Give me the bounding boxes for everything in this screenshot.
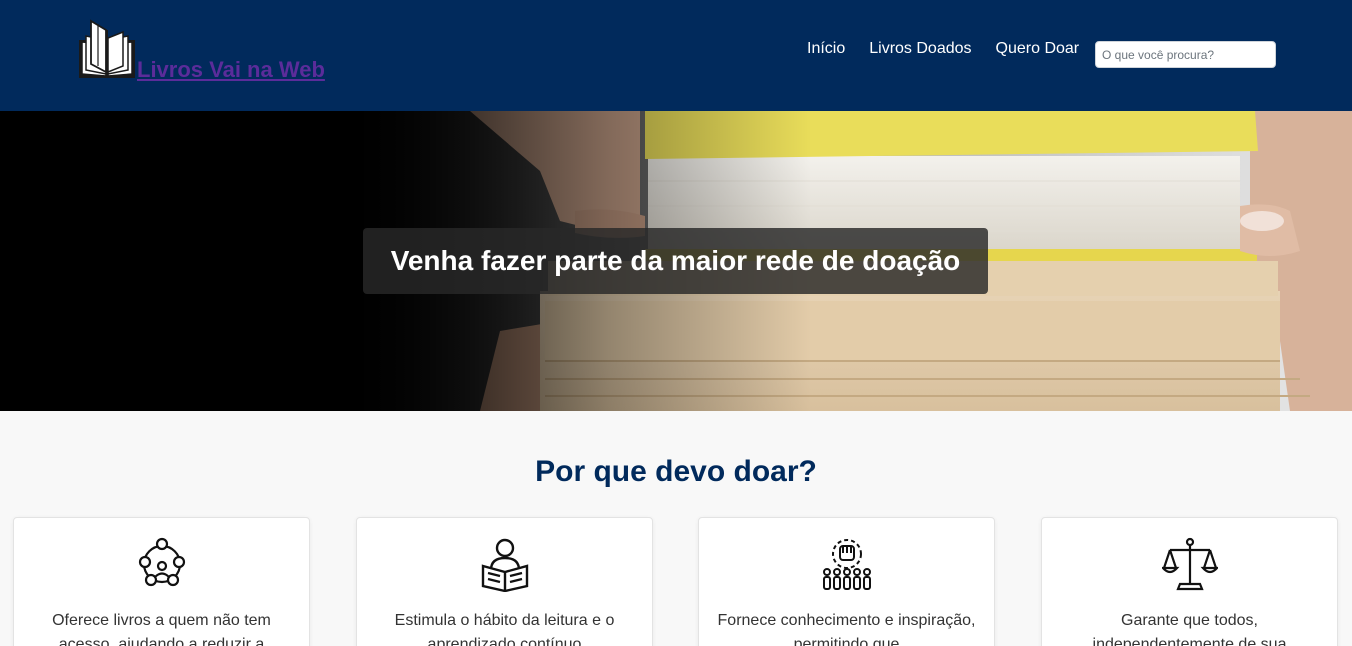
nav-link-livros-doados[interactable]: Livros Doados: [869, 40, 971, 58]
nav-link-inicio[interactable]: Início: [807, 40, 845, 58]
reason-card-text: Garante que todos, independentemente de …: [1092, 612, 1287, 646]
search-input[interactable]: [1095, 41, 1276, 68]
section-title: Por que devo doar?: [535, 455, 817, 488]
reason-card: Estimula o hábito da leitura e o aprendi…: [356, 517, 653, 646]
reason-card-text: Estimula o hábito da leitura e o aprendi…: [394, 612, 615, 646]
reason-card: Fornece conhecimento e inspiração, permi…: [698, 517, 995, 646]
raised-fist-crowd-icon: [823, 539, 871, 590]
open-book-icon: [79, 19, 135, 78]
reason-card: Oferece livros a quem não tem acesso, aj…: [13, 517, 310, 646]
reason-card-text: Oferece livros a quem não tem acesso, aj…: [52, 612, 271, 646]
scales-of-justice-icon: [1162, 537, 1218, 591]
reason-card-text: Fornece conhecimento e inspiração, permi…: [717, 612, 976, 646]
nav-link-quero-doar[interactable]: Quero Doar: [996, 40, 1080, 58]
brand-name[interactable]: Livros Vai na Web: [137, 57, 325, 83]
hero-heading: Venha fazer parte da maior rede de doaçã…: [390, 245, 961, 276]
reason-card: Garante que todos, independentemente de …: [1041, 517, 1338, 646]
hero-banner: Venha fazer parte da maior rede de doaçã…: [0, 111, 1352, 411]
person-reading-icon: [481, 538, 529, 592]
site-header: Livros Vai na Web Início Livros Doados Q…: [0, 0, 1352, 111]
community-network-icon: [138, 537, 186, 587]
hero-caption-box: Venha fazer parte da maior rede de doaçã…: [363, 228, 988, 294]
main-nav: Início Livros Doados Quero Doar: [795, 40, 1091, 58]
brand-logo-link[interactable]: Livros Vai na Web: [78, 18, 325, 83]
